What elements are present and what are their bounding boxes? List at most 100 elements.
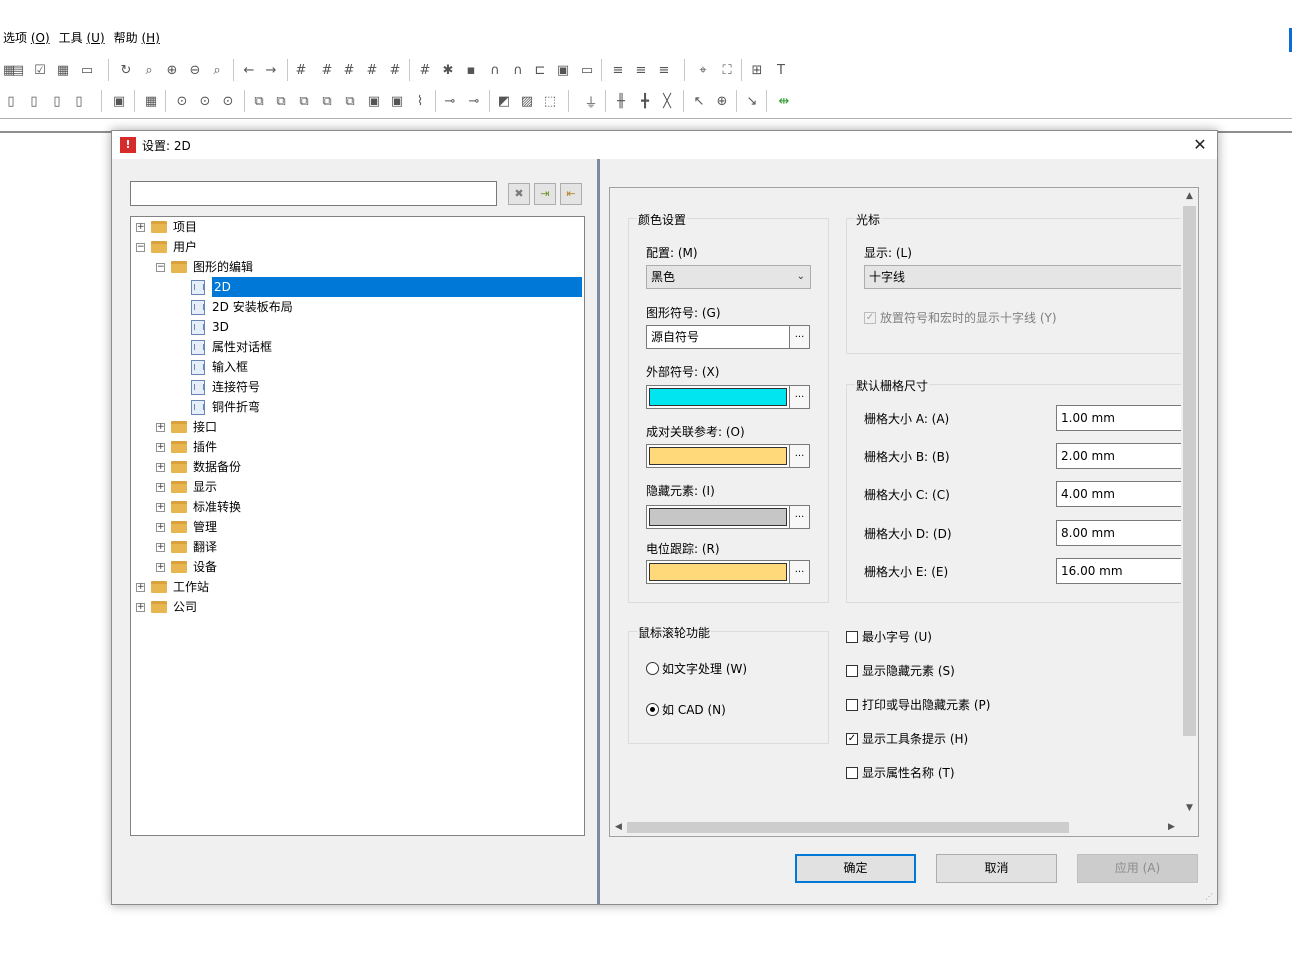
collapse-icon[interactable]: − [136, 242, 145, 252]
cancel-button[interactable]: 取消 [936, 854, 1057, 883]
crosshair-checkbox[interactable]: ✓ 放置符号和宏时的显示十字线 (Y) [864, 309, 1057, 326]
horizontal-scroll-thumb[interactable] [627, 822, 1069, 833]
scroll-left-icon[interactable]: ◀ [610, 819, 627, 836]
grid-c-input[interactable]: 4.00 mm [1056, 481, 1186, 507]
external-color-button[interactable]: ... [789, 386, 809, 408]
checklist-icon[interactable]: ☑ [31, 61, 49, 79]
node-b-icon[interactable]: ⊕ [713, 92, 731, 110]
close-button[interactable]: ✕ [1189, 134, 1211, 156]
pair-color-button[interactable]: ... [789, 445, 809, 467]
show-hidden-checkbox[interactable]: 显示隐藏元素 (S) [846, 662, 955, 679]
tree-item[interactable]: 铜件折弯 [176, 397, 260, 417]
tree-item[interactable]: + 设备 [156, 557, 217, 577]
wire-d-icon[interactable]: ⧉ [318, 92, 336, 110]
grid-e-input[interactable]: 16.00 mm [1056, 558, 1186, 584]
list-b-icon[interactable]: ≡ [632, 61, 650, 79]
property-names-checkbox[interactable]: 显示属性名称 (T) [846, 764, 955, 781]
line-b-icon[interactable]: ╋ [636, 92, 654, 110]
list-a-icon[interactable]: ≡ [609, 61, 627, 79]
vertical-scroll-thumb[interactable] [1183, 206, 1196, 736]
toolbar-tips-checkbox[interactable]: ✓ 显示工具条提示 (H) [846, 730, 968, 747]
tree-item[interactable]: + 管理 [156, 517, 217, 537]
node-c-icon[interactable]: ↘ [743, 92, 761, 110]
tree-item[interactable]: − 图形的编辑 [156, 257, 253, 277]
config-select[interactable]: 黑色 ⌄ [646, 265, 811, 289]
scroll-down-icon[interactable]: ▼ [1181, 800, 1198, 817]
grid-b-icon[interactable]: # [318, 61, 336, 79]
page-new-icon[interactable]: ▯ [2, 92, 20, 110]
wire-f-icon[interactable]: ▣ [365, 92, 383, 110]
tree-item[interactable]: 属性对话框 [176, 337, 272, 357]
line-a-icon[interactable]: ╫ [612, 92, 630, 110]
collapse-icon[interactable]: − [156, 262, 165, 272]
expand-icon[interactable]: + [136, 222, 145, 232]
panel-splitter[interactable] [597, 159, 600, 904]
expand-icon[interactable]: + [156, 562, 165, 572]
page-prev-icon[interactable]: ▯ [48, 92, 66, 110]
pot-b-icon[interactable]: ⊸ [465, 92, 483, 110]
menu-tools[interactable]: 工具 (U) [59, 29, 105, 46]
expand-icon[interactable]: + [156, 442, 165, 452]
fit-icon[interactable]: ⛶ [718, 61, 736, 79]
hatch-icon[interactable]: ▨ [518, 92, 536, 110]
wire-h-icon[interactable]: ⌇ [411, 92, 429, 110]
vertical-scrollbar[interactable]: ▲ ▼ [1181, 188, 1198, 818]
frame-icon[interactable]: ▤ [9, 61, 27, 79]
forward-icon[interactable]: → [262, 61, 280, 79]
scroll-right-icon[interactable]: ▶ [1163, 819, 1180, 836]
grid-e-icon[interactable]: # [386, 61, 404, 79]
tree-item[interactable]: + 数据备份 [156, 457, 241, 477]
wire-g-icon[interactable]: ▣ [388, 92, 406, 110]
text-icon[interactable]: T [772, 61, 790, 79]
tree-item[interactable]: 输入框 [176, 357, 248, 377]
min-font-checkbox[interactable]: 最小字号 (U) [846, 628, 932, 645]
snap-icon[interactable]: ✱ [439, 61, 457, 79]
wire-c-icon[interactable]: ⧉ [295, 92, 313, 110]
wheel-wordprocessing-radio[interactable]: 如文字处理 (W) [646, 660, 747, 677]
part-b-icon[interactable]: ⊙ [196, 92, 214, 110]
print-hidden-checkbox[interactable]: 打印或导出隐藏元素 (P) [846, 696, 990, 713]
page-next-icon[interactable]: ▯ [70, 92, 88, 110]
zoom-out-icon[interactable]: ⊖ [186, 61, 204, 79]
connector-icon[interactable]: ⇹ [775, 92, 793, 110]
scroll-up-icon[interactable]: ▲ [1181, 188, 1198, 205]
tree-item[interactable]: + 项目 [136, 217, 197, 237]
select-rect-icon[interactable]: ⬚ [541, 92, 559, 110]
export-button[interactable]: ⇤ [560, 183, 582, 205]
symbol-icon[interactable]: ▦ [142, 92, 160, 110]
part-c-icon[interactable]: ⊙ [219, 92, 237, 110]
ok-button[interactable]: 确定 [795, 854, 916, 883]
tree-item[interactable]: + 工作站 [136, 577, 209, 597]
magnet-icon[interactable]: ∩ [486, 61, 504, 79]
tree-item[interactable]: 连接符号 [176, 377, 260, 397]
zoom-in-icon[interactable]: ⊕ [163, 61, 181, 79]
import-button[interactable]: ⇥ [534, 183, 556, 205]
page-edit-icon[interactable]: ▯ [25, 92, 43, 110]
bar-icon[interactable]: ▭ [578, 61, 596, 79]
clear-search-button[interactable]: ✖ [508, 183, 530, 205]
connect-icon[interactable]: ⊏ [531, 61, 549, 79]
hidden-color-field[interactable]: ... [646, 505, 810, 529]
grid-b-input[interactable]: 2.00 mm [1056, 443, 1186, 469]
tree-item[interactable]: + 公司 [136, 597, 197, 617]
grid-d-input[interactable]: 8.00 mm [1056, 520, 1186, 546]
shape-a-icon[interactable]: ◩ [495, 92, 513, 110]
tree-item[interactable]: + 标准转换 [156, 497, 241, 517]
wire-a-icon[interactable]: ⧉ [250, 92, 268, 110]
point-icon[interactable]: ▪ [462, 61, 480, 79]
apply-button[interactable]: 应用 (A) [1077, 854, 1198, 883]
node-a-icon[interactable]: ↖ [690, 92, 708, 110]
expand-icon[interactable]: + [156, 482, 165, 492]
grid-c-icon[interactable]: # [340, 61, 358, 79]
external-color-field[interactable]: ... [646, 385, 810, 409]
zoom-window-icon[interactable]: ⌕ [140, 61, 158, 79]
macro-icon[interactable]: ▣ [110, 92, 128, 110]
monitor-icon[interactable]: ▭ [78, 61, 96, 79]
back-icon[interactable]: ← [240, 61, 258, 79]
grid-d-icon[interactable]: # [363, 61, 381, 79]
image-icon[interactable]: ▣ [554, 61, 572, 79]
cart-icon[interactable]: ⊞ [748, 61, 766, 79]
tree-item[interactable]: − 用户 [136, 237, 197, 257]
tree-item[interactable]: + 插件 [156, 437, 217, 457]
line-c-icon[interactable]: ╳ [658, 92, 676, 110]
